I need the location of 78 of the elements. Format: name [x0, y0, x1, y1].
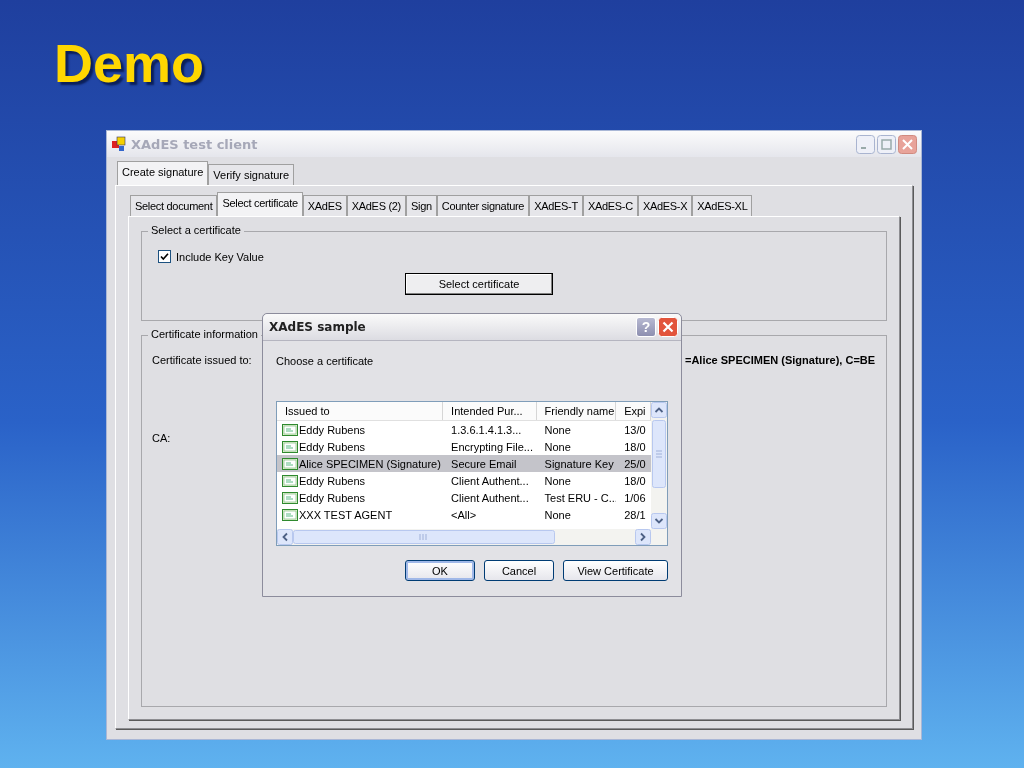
- list-row[interactable]: XXX TEST AGENT <All> None 28/1: [277, 506, 651, 523]
- group-label: Certificate information: [148, 328, 261, 340]
- column-header[interactable]: Friendly name: [536, 402, 617, 420]
- certificate-icon: [282, 474, 298, 487]
- table-cell-text: None: [543, 508, 572, 521]
- table-cell: Eddy Rubens: [299, 423, 366, 436]
- certificate-icon: [282, 491, 298, 504]
- list-row[interactable]: Eddy Rubens 1.3.6.1.4.1.3... None 13/0: [277, 421, 651, 438]
- scrollbar-thumb[interactable]: [652, 420, 666, 488]
- tab[interactable]: XAdES-X: [637, 195, 693, 216]
- slide-title: Demo: [54, 32, 205, 95]
- tab[interactable]: XAdES-C: [582, 195, 638, 216]
- table-cell-text: 1.3.6.1.4.1.3...: [450, 423, 523, 436]
- table-cell-text: Signature Key: [543, 457, 615, 470]
- dialog-button[interactable]: Cancel: [484, 560, 554, 581]
- tab[interactable]: Verify signature: [208, 164, 295, 185]
- tab[interactable]: Counter signature: [436, 195, 530, 216]
- table-cell-text: 18/0: [623, 440, 647, 453]
- table-cell: Eddy Rubens: [299, 440, 366, 453]
- field-value: =Alice SPECIMEN (Signature), C=BE: [685, 354, 876, 368]
- tab[interactable]: XAdES-T: [529, 195, 583, 216]
- table-cell-text: 25/0: [623, 457, 647, 470]
- table-cell: Eddy Rubens: [299, 491, 366, 504]
- group-label: Select a certificate: [148, 224, 244, 236]
- tab[interactable]: XAdES: [302, 195, 347, 216]
- certificate-icon: [282, 440, 298, 453]
- table-cell: Eddy Rubens: [299, 474, 366, 487]
- table-cell-text: None: [543, 440, 572, 453]
- dialog-title: XAdES sample: [269, 320, 367, 334]
- chevron-left-icon[interactable]: [277, 529, 293, 545]
- field-label: CA:: [152, 432, 171, 444]
- vertical-scrollbar[interactable]: [651, 402, 667, 529]
- table-cell-text: Client Authent...: [450, 474, 530, 487]
- certificate-icon: [282, 457, 298, 470]
- close-icon[interactable]: [898, 134, 917, 154]
- table-cell-text: Client Authent...: [450, 491, 530, 504]
- table-cell: XXX TEST AGENT: [299, 508, 393, 521]
- list-row[interactable]: Eddy Rubens Client Authent... Test ERU - C... 1/06: [277, 489, 651, 506]
- certificate-icon: [282, 423, 298, 436]
- tab[interactable]: XAdES (2): [346, 195, 406, 216]
- table-cell-text: None: [543, 423, 572, 436]
- tab[interactable]: Create signature: [117, 161, 209, 185]
- scrollbar-thumb[interactable]: [293, 530, 555, 544]
- table-cell-text: Encrypting File...: [450, 440, 534, 453]
- dialog-button[interactable]: View Certificate: [563, 560, 668, 581]
- tab[interactable]: Sign: [406, 195, 437, 216]
- chevron-up-icon[interactable]: [651, 402, 667, 418]
- table-cell-text: Test ERU - C...: [543, 491, 617, 504]
- table-cell-text: 18/0: [623, 474, 647, 487]
- minimize-icon[interactable]: [856, 134, 875, 154]
- maximize-icon[interactable]: [877, 134, 896, 154]
- checkbox[interactable]: [158, 250, 171, 263]
- table-cell-text: Secure Email: [450, 457, 518, 470]
- tab[interactable]: Select certificate: [217, 192, 303, 216]
- tab[interactable]: XAdES-XL: [692, 195, 753, 216]
- chevron-right-icon[interactable]: [635, 529, 651, 545]
- tab[interactable]: Select document: [130, 195, 218, 216]
- list-row[interactable]: Eddy Rubens Encrypting File... None 18/0: [277, 438, 651, 455]
- list-row[interactable]: Eddy Rubens Client Authent... None 18/0: [277, 472, 651, 489]
- table-cell-text: <All>: [450, 508, 478, 521]
- list-row[interactable]: Alice SPECIMEN (Signature) Secure Email Signature Key 25/0: [277, 455, 651, 472]
- chevron-down-icon[interactable]: [651, 513, 667, 529]
- table-cell-text: 1/06: [623, 491, 647, 504]
- column-header[interactable]: Intended Pur...: [443, 402, 537, 420]
- table-cell-text: None: [543, 474, 572, 487]
- prompt-text: Choose a certificate: [276, 355, 375, 367]
- checkbox-label: Include Key Value: [176, 250, 264, 263]
- field-label: Certificate issued to:: [152, 354, 252, 366]
- dialog-button[interactable]: OK: [405, 560, 475, 581]
- table-cell-text: 13/0: [623, 423, 647, 436]
- select-certificate-button[interactable]: Select certificate: [405, 273, 553, 295]
- horizontal-scrollbar[interactable]: [277, 529, 667, 545]
- certificate-icon: [282, 508, 298, 521]
- app-icon: [111, 136, 127, 152]
- table-cell: Alice SPECIMEN (Signature): [299, 457, 441, 470]
- table-cell-text: 28/1: [623, 508, 647, 521]
- column-header[interactable]: Issued to: [277, 402, 444, 420]
- window-title: XAdES test client: [131, 136, 259, 152]
